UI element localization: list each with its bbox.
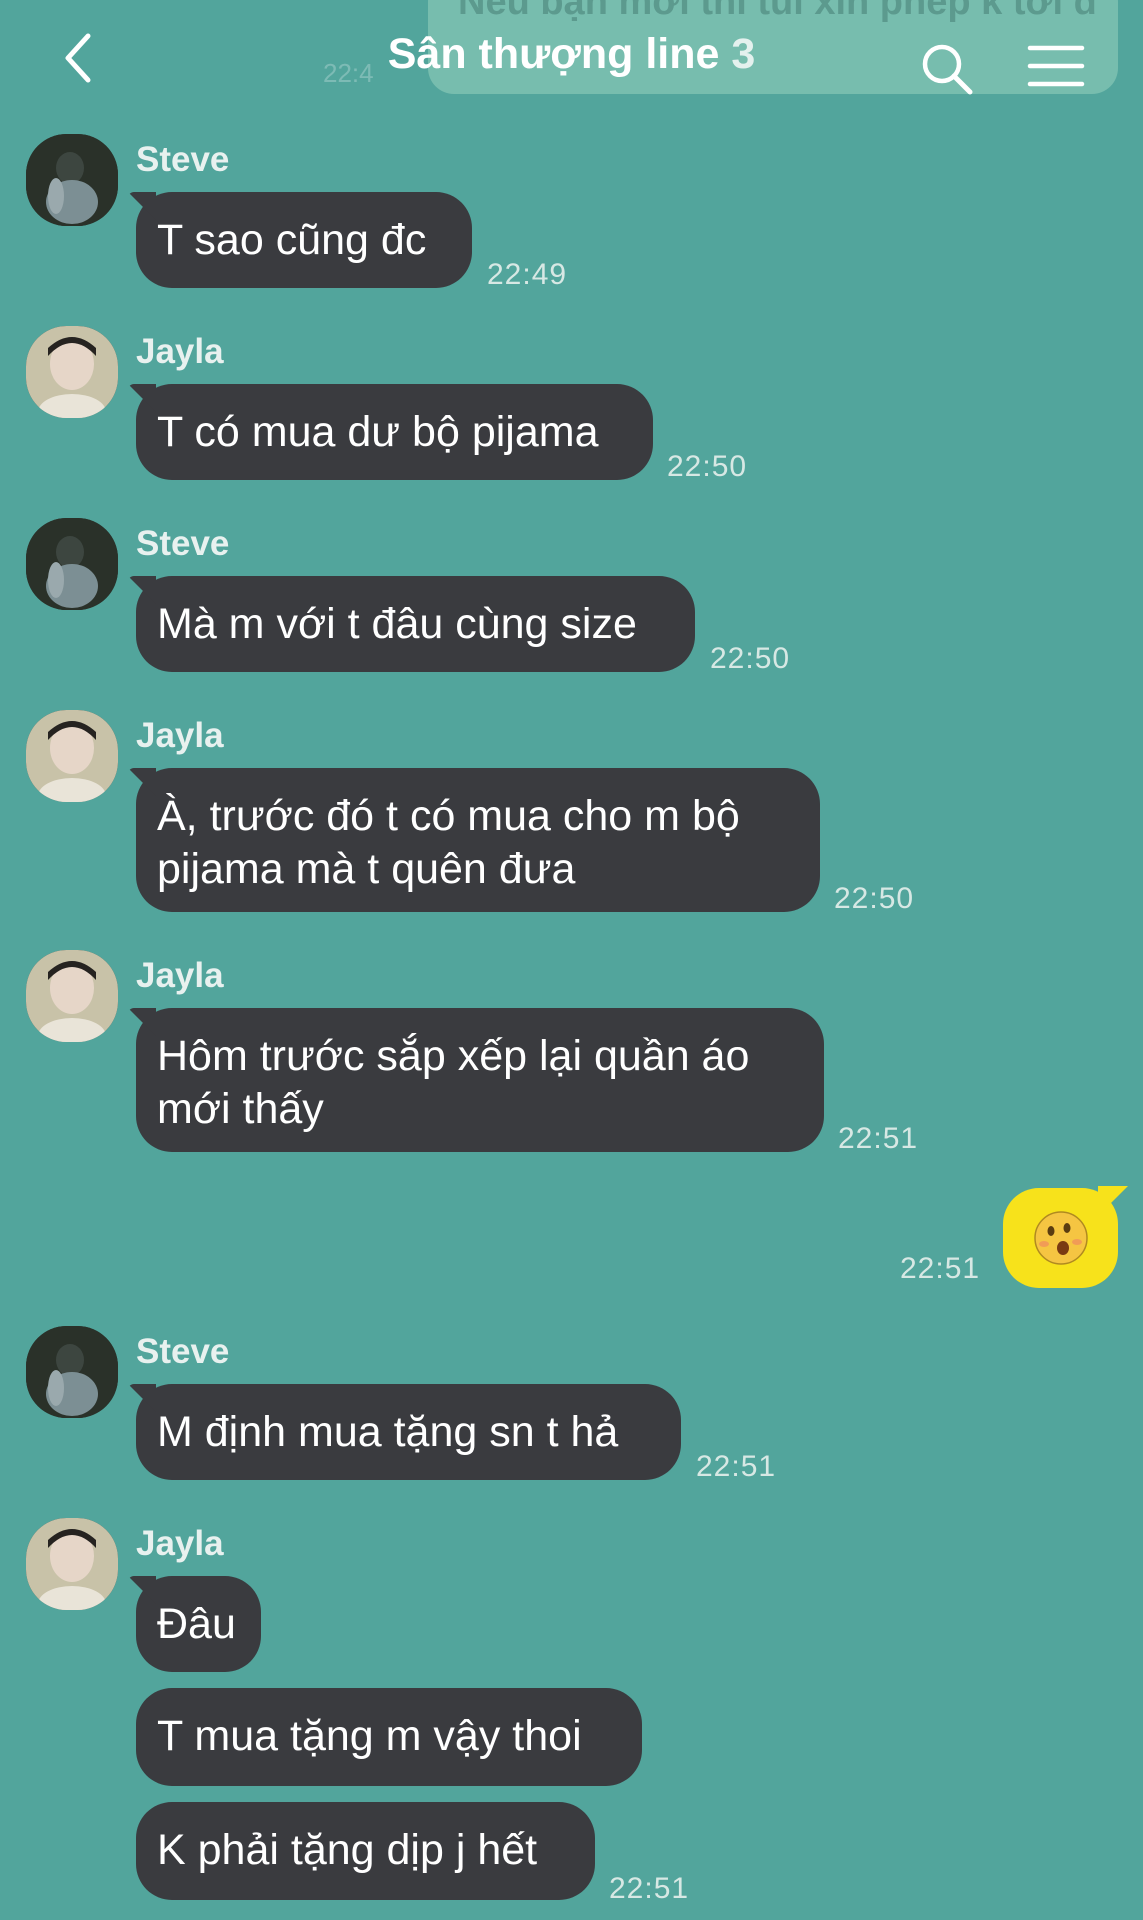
sender-name: Jayla: [136, 956, 224, 995]
message-text: T sao cũng đc: [157, 216, 427, 264]
avatar-jayla[interactable]: [26, 950, 118, 1042]
avatar-jayla[interactable]: [26, 1518, 118, 1610]
member-count: 3: [731, 30, 756, 78]
jayla-photo: [26, 710, 118, 802]
search-button[interactable]: [918, 40, 978, 100]
message-time: 22:50: [667, 450, 748, 483]
message-text: T mua tặng m vậy thoi: [157, 1712, 582, 1760]
steve-photo: [26, 1326, 118, 1418]
message-time: 22:50: [710, 642, 791, 675]
steve-photo: [26, 134, 118, 226]
menu-icon: [1027, 45, 1085, 87]
message-bubble[interactable]: M định mua tặng sn t hả: [136, 1384, 681, 1480]
sender-name: Jayla: [136, 1524, 224, 1563]
avatar-steve[interactable]: [26, 134, 118, 226]
message-text: T có mua dư bộ pijama: [157, 408, 599, 456]
surprised-face-icon: [1034, 1211, 1088, 1265]
message-text-line: pijama mà t quên đưa: [157, 845, 576, 893]
message-time: 22:51: [696, 1450, 777, 1483]
chat-header: Sân thượng line 3: [0, 0, 1143, 120]
avatar-jayla[interactable]: [26, 710, 118, 802]
message-text-line: Hôm trước sắp xếp lại quần áo: [157, 1032, 750, 1080]
message-bubble[interactable]: T có mua dư bộ pijama: [136, 384, 653, 480]
own-sticker-bubble[interactable]: [1003, 1188, 1118, 1288]
message-time: 22:51: [900, 1252, 981, 1285]
message-bubble[interactable]: Mà m với t đâu cùng size: [136, 576, 695, 672]
avatar-steve[interactable]: [26, 518, 118, 610]
message-text-line: mới thấy: [157, 1085, 324, 1133]
avatar-jayla[interactable]: [26, 326, 118, 418]
sender-name: Steve: [136, 1332, 230, 1371]
message-bubble[interactable]: Hôm trước sắp xếp lại quần áo mới thấy: [136, 1008, 824, 1152]
sender-name: Steve: [136, 524, 230, 563]
message-bubble[interactable]: À, trước đó t có mua cho m bộ pijama mà …: [136, 768, 820, 912]
message-text: Mà m với t đâu cùng size: [157, 600, 637, 648]
message-text-line: À, trước đó t có mua cho m bộ: [157, 792, 740, 840]
group-name: Sân thượng line: [387, 30, 720, 78]
jayla-photo: [26, 950, 118, 1042]
message-text: Đâu: [157, 1600, 236, 1648]
message-time: 22:51: [838, 1122, 919, 1155]
sender-name: Jayla: [136, 716, 224, 755]
message-bubble[interactable]: Đâu: [136, 1576, 261, 1672]
message-time: 22:49: [487, 258, 568, 291]
message-bubble[interactable]: K phải tặng dịp j hết: [136, 1802, 595, 1900]
search-icon: [922, 44, 973, 95]
message-bubble[interactable]: T sao cũng đc: [136, 192, 472, 288]
jayla-photo: [26, 1518, 118, 1610]
jayla-photo: [26, 326, 118, 418]
message-time: 22:50: [834, 882, 915, 915]
sender-name: Steve: [136, 140, 230, 179]
avatar-steve[interactable]: [26, 1326, 118, 1418]
message-time: 22:51: [609, 1872, 690, 1905]
sender-name: Jayla: [136, 332, 224, 371]
message-text: M định mua tặng sn t hả: [157, 1408, 619, 1456]
message-text: K phải tặng dịp j hết: [157, 1826, 538, 1874]
menu-button[interactable]: [1026, 42, 1086, 92]
message-bubble[interactable]: T mua tặng m vậy thoi: [136, 1688, 642, 1786]
steve-photo: [26, 518, 118, 610]
